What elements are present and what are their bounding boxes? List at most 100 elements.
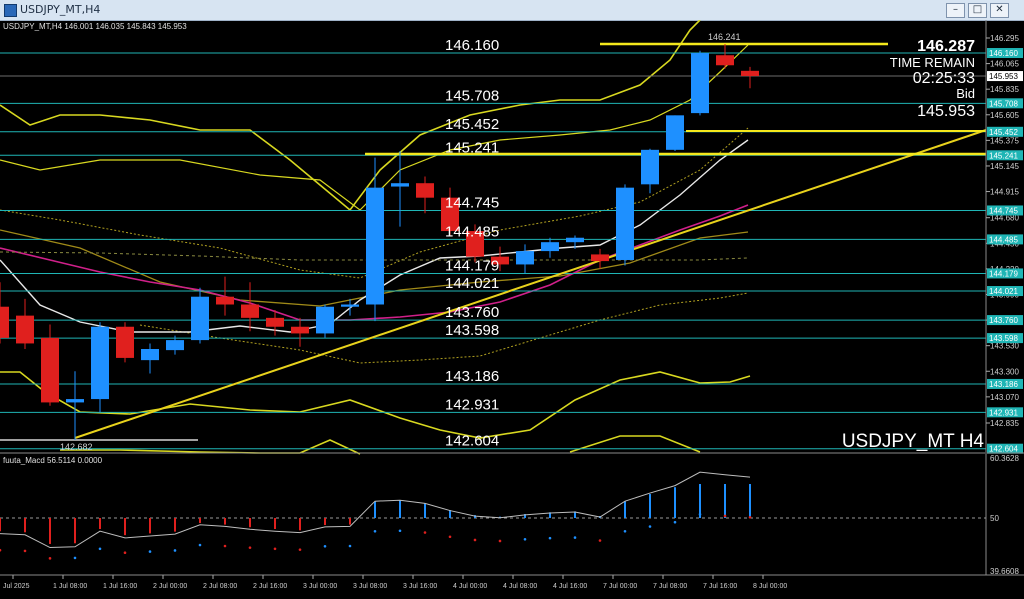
time-label: 2 Jul 16:00 — [253, 583, 287, 590]
candle-body — [566, 237, 584, 243]
level-label: 146.160 — [445, 37, 499, 54]
scale-label: 145.605 — [990, 111, 1019, 120]
macd-signal-dot — [348, 544, 352, 548]
time-label: 8 Jul 00:00 — [753, 583, 787, 590]
scale-label: 143.070 — [990, 393, 1019, 402]
candle-body — [666, 115, 684, 150]
title-bar[interactable]: USDJPY_MT,H4 – □ ✕ — [0, 0, 1024, 21]
candle-body — [416, 183, 434, 198]
inner-upper-band — [0, 44, 749, 211]
candle-body — [216, 296, 234, 305]
price-tag-label: 142.931 — [989, 408, 1018, 417]
level-label: 145.241 — [445, 139, 499, 156]
scale-label: 143.300 — [990, 367, 1019, 376]
level-label: 142.931 — [445, 396, 499, 413]
macd-signal-dot — [148, 550, 152, 553]
candle-body — [291, 326, 309, 334]
level-label: 144.745 — [445, 194, 499, 211]
time-label: Jul 2025 — [3, 583, 30, 590]
bid-label: Bid — [956, 86, 975, 101]
scale-label: 142.835 — [990, 419, 1019, 428]
time-label: 1 Jul 16:00 — [103, 583, 137, 590]
time-axis: Jul 2025 1 Jul 08:00 1 Jul 16:00 2 Jul 00:0… — [0, 574, 1024, 590]
minimize-button[interactable]: – — [946, 3, 965, 18]
macd-signal-dot — [498, 539, 502, 543]
macd-signal-dot — [298, 548, 302, 551]
time-label: 4 Jul 16:00 — [553, 583, 587, 590]
close-button[interactable]: ✕ — [990, 3, 1009, 18]
scale-label: 144.915 — [990, 188, 1019, 197]
scale-label: 145.835 — [990, 85, 1019, 94]
time-label: 3 Jul 00:00 — [303, 583, 337, 590]
macd-signal-dot — [748, 515, 752, 519]
price-tag-label: 144.745 — [989, 206, 1018, 215]
price-tag-label: 146.160 — [989, 49, 1018, 58]
low-marker-label: 142.682 — [60, 442, 93, 452]
macd-signal-dot — [548, 536, 552, 540]
macd-signal-dot — [73, 556, 77, 560]
window-title: USDJPY_MT,H4 — [20, 3, 101, 16]
macd-panel: fuuta_Macd 56.5114 0.0000 60.36285039.660… — [0, 452, 1024, 576]
scale-label: 146.065 — [990, 60, 1019, 69]
time-label: 3 Jul 16:00 — [403, 583, 437, 590]
candle-body — [16, 315, 34, 344]
candle-body — [616, 187, 634, 260]
price-tag-label: 143.598 — [989, 334, 1018, 343]
macd-signal-dot — [223, 544, 227, 548]
level-label: 143.598 — [445, 322, 499, 339]
macd-signal-dot — [248, 546, 252, 549]
time-remain-value: 02:25:33 — [913, 70, 975, 87]
candle-body — [316, 306, 334, 334]
level-label: 145.708 — [445, 87, 499, 104]
support-resistance-levels — [0, 52, 986, 450]
chart-app-icon — [4, 4, 17, 17]
candle-body — [66, 399, 84, 403]
macd-signal-dot — [273, 547, 277, 551]
bid-value: 145.953 — [917, 103, 975, 120]
macd-signal-dot — [98, 547, 102, 551]
candle-body — [366, 187, 384, 305]
candle-body — [641, 149, 659, 185]
candle-body — [691, 53, 709, 114]
chart-window: USDJPY_MT,H4 – □ ✕ 142.682 146.241 146.16… — [0, 0, 1024, 599]
candle-body — [241, 304, 259, 318]
time-label: 2 Jul 08:00 — [203, 583, 237, 590]
time-label: 7 Jul 08:00 — [653, 583, 687, 590]
macd-signal-dot — [523, 537, 527, 541]
candle-body — [141, 349, 159, 361]
macd-signal-dot — [673, 520, 677, 524]
lower-band — [0, 371, 751, 439]
price-tag-label: 145.708 — [989, 99, 1018, 108]
upper-band — [0, 20, 701, 212]
price-tag-label: 144.021 — [989, 287, 1018, 296]
candle-body — [91, 326, 109, 400]
maximize-button[interactable]: □ — [968, 3, 987, 18]
price-chart[interactable]: 142.682146.241 146.160145.708145.452145.… — [0, 20, 1024, 599]
scale-label: 145.145 — [990, 162, 1019, 171]
macd-signal-dot — [48, 557, 52, 560]
candle-body — [0, 306, 9, 338]
chart-symbol-line: USDJPY_MT,H4 146.001 146.035 145.843 145… — [3, 22, 187, 31]
macd-scale-label: 60.3628 — [990, 454, 1019, 463]
time-label: 1 Jul 08:00 — [53, 583, 87, 590]
price-tag-label: 144.485 — [989, 235, 1018, 244]
price-tag-label: 144.179 — [989, 269, 1018, 278]
price-tag-label: 143.186 — [989, 380, 1018, 389]
level-label: 144.021 — [445, 275, 499, 292]
macd-signal-dot — [448, 535, 452, 539]
candle-body — [166, 340, 184, 351]
candle-body — [591, 254, 609, 262]
current-price: 146.287 — [917, 38, 975, 55]
price-tag-label: 142.604 — [989, 445, 1018, 454]
time-remain-label: TIME REMAIN — [890, 55, 975, 70]
candle-body — [541, 242, 559, 252]
price-scale: 146.295 146.065 145.835 145.605 145.375 145.1… — [985, 20, 1023, 454]
price-tag-label: 145.241 — [989, 151, 1018, 160]
candle-body — [41, 337, 59, 403]
macd-signal-dot — [323, 544, 327, 548]
high-marker-label: 146.241 — [708, 32, 741, 42]
macd-signal-dot — [623, 530, 627, 533]
candle-body — [716, 55, 734, 66]
macd-signal-dot — [698, 513, 702, 516]
macd-signal-dot — [373, 530, 377, 533]
